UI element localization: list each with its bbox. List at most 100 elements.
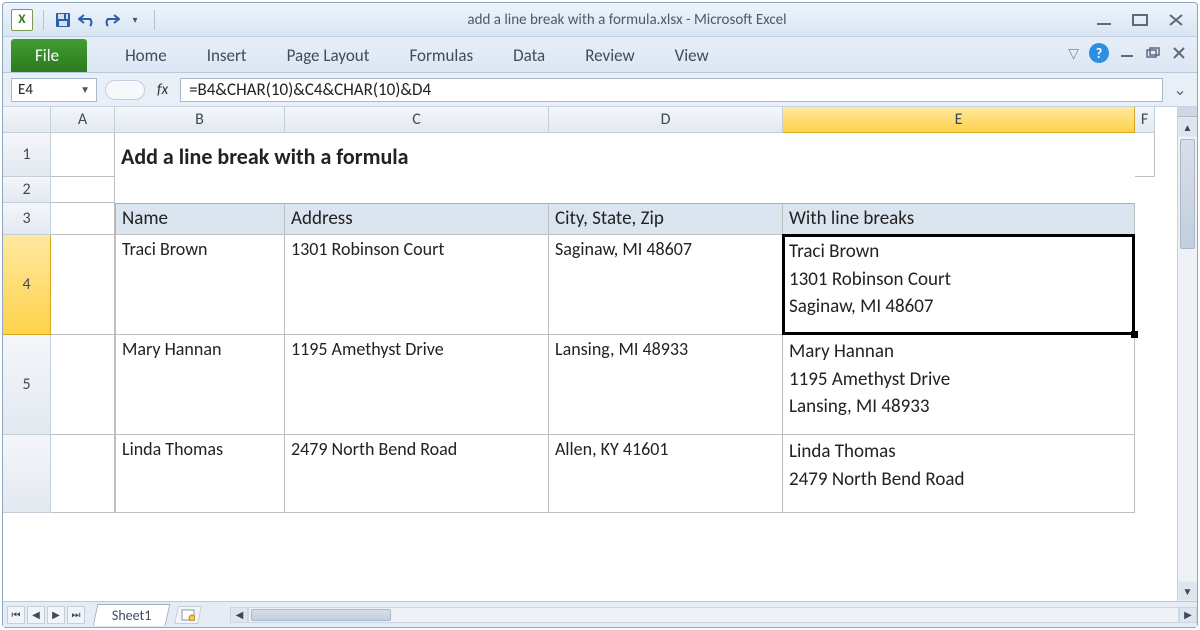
tab-insert[interactable]: Insert	[187, 39, 267, 72]
horizontal-scrollbar[interactable]: ◀ ▶	[230, 606, 1197, 624]
col-header-d[interactable]: D	[549, 107, 783, 133]
scroll-down-icon[interactable]: ▼	[1179, 582, 1197, 600]
cell-d5[interactable]: Lansing, MI 48933	[549, 335, 783, 435]
worksheet-area[interactable]: A B C D E F 1 Add a line break with a fo…	[3, 107, 1197, 601]
last-sheet-icon[interactable]: ⏭	[67, 606, 85, 624]
cell-f5[interactable]	[1135, 335, 1155, 435]
cell-b1-title[interactable]: Add a line break with a formula	[115, 133, 1135, 177]
close-icon[interactable]	[1167, 13, 1189, 27]
cell-b5[interactable]: Mary Hannan	[115, 335, 285, 435]
row-header-5[interactable]: 5	[3, 335, 51, 435]
select-all-corner[interactable]	[3, 107, 51, 133]
row-header-2[interactable]: 2	[3, 177, 51, 203]
cell-e4[interactable]: Traci Brown 1301 Robinson Court Saginaw,…	[783, 235, 1135, 335]
cell-e3[interactable]: With line breaks	[783, 203, 1135, 235]
next-sheet-icon[interactable]: ▶	[47, 606, 65, 624]
workbook-minimize-icon[interactable]	[1119, 47, 1135, 59]
vertical-scrollbar[interactable]: ▲ ▼	[1177, 107, 1197, 601]
cell-a5[interactable]	[51, 335, 115, 435]
undo-icon[interactable]	[78, 11, 96, 29]
tab-home[interactable]: Home	[105, 39, 187, 72]
cell-e6[interactable]: Linda Thomas 2479 North Bend Road	[783, 435, 1135, 513]
cell-d2[interactable]	[549, 177, 783, 203]
cell-e5[interactable]: Mary Hannan 1195 Amethyst Drive Lansing,…	[783, 335, 1135, 435]
qat-customize-icon[interactable]: ▾	[126, 11, 144, 29]
workbook-restore-icon[interactable]	[1145, 47, 1161, 59]
col-header-b[interactable]: B	[115, 107, 285, 133]
cell-c2[interactable]	[285, 177, 549, 203]
cell-d4[interactable]: Saginaw, MI 48607	[549, 235, 783, 335]
cell-c5[interactable]: 1195 Amethyst Drive	[285, 335, 549, 435]
tab-data[interactable]: Data	[493, 39, 565, 72]
cell-f3[interactable]	[1135, 203, 1155, 235]
cell-e2[interactable]	[783, 177, 1135, 203]
tab-page-layout[interactable]: Page Layout	[267, 39, 390, 72]
redo-icon[interactable]	[102, 11, 120, 29]
fill-handle[interactable]	[1131, 331, 1138, 338]
split-box-icon[interactable]	[1178, 107, 1197, 117]
cell-b3[interactable]: Name	[115, 203, 285, 235]
help-icon[interactable]: ?	[1089, 43, 1109, 63]
tab-view[interactable]: View	[655, 39, 729, 72]
formula-bar: E4 ▼ fx =B4&CHAR(10)&C4&CHAR(10)&D4 ⌄	[3, 73, 1197, 107]
ribbon-tabs: File Home Insert Page Layout Formulas Da…	[3, 37, 1197, 73]
scroll-right-icon[interactable]: ▶	[1179, 607, 1197, 623]
hscroll-track[interactable]	[248, 607, 1179, 623]
cell-f2[interactable]	[1135, 177, 1155, 203]
col-header-a[interactable]: A	[51, 107, 115, 133]
name-box-dropdown-icon[interactable]: ▼	[80, 83, 90, 96]
grid: A B C D E F 1 Add a line break with a fo…	[3, 107, 1155, 601]
cell-c3[interactable]: Address	[285, 203, 549, 235]
formula-bar-expand-icon[interactable]: ⌄	[1171, 80, 1189, 100]
formula-input[interactable]: =B4&CHAR(10)&C4&CHAR(10)&D4	[180, 78, 1163, 102]
cell-f6[interactable]	[1135, 435, 1155, 513]
cell-a1[interactable]	[51, 133, 115, 177]
name-box[interactable]: E4 ▼	[11, 78, 97, 102]
name-box-resize[interactable]	[105, 80, 145, 100]
cell-c4[interactable]: 1301 Robinson Court	[285, 235, 549, 335]
excel-logo-icon[interactable]: X	[11, 9, 33, 31]
hscroll-thumb[interactable]	[251, 609, 391, 621]
cell-b6[interactable]: Linda Thomas	[115, 435, 285, 513]
scroll-left-icon[interactable]: ◀	[230, 607, 248, 623]
sheet-tab-sheet1[interactable]: Sheet1	[93, 604, 171, 626]
quick-access-toolbar: X ▾	[11, 9, 159, 31]
cell-f4[interactable]	[1135, 235, 1155, 335]
row-header-6[interactable]	[3, 435, 51, 513]
ribbon-minimize-icon[interactable]: ▽	[1068, 45, 1079, 62]
tab-formulas[interactable]: Formulas	[389, 39, 493, 72]
workbook-close-icon[interactable]	[1171, 47, 1187, 59]
cell-d6[interactable]: Allen, KY 41601	[549, 435, 783, 513]
prev-sheet-icon[interactable]: ◀	[27, 606, 45, 624]
cell-a2[interactable]	[51, 177, 115, 203]
cell-a6[interactable]	[51, 435, 115, 513]
row-header-1[interactable]: 1	[3, 133, 51, 177]
cell-b2[interactable]	[115, 177, 285, 203]
cell-d3[interactable]: City, State, Zip	[549, 203, 783, 235]
first-sheet-icon[interactable]: ⏮	[7, 606, 25, 624]
cell-c6[interactable]: 2479 North Bend Road	[285, 435, 549, 513]
scroll-up-icon[interactable]: ▲	[1179, 118, 1197, 136]
vscroll-track[interactable]	[1178, 137, 1197, 581]
cell-f1[interactable]	[1135, 133, 1155, 177]
col-header-f[interactable]: F	[1135, 107, 1155, 133]
row-header-4[interactable]: 4	[3, 235, 51, 335]
minimize-icon[interactable]	[1095, 13, 1117, 27]
vscroll-thumb[interactable]	[1180, 139, 1195, 249]
col-header-c[interactable]: C	[285, 107, 549, 133]
maximize-icon[interactable]	[1131, 13, 1153, 27]
fx-icon[interactable]: fx	[153, 81, 172, 99]
tab-review[interactable]: Review	[565, 39, 654, 72]
excel-window: X ▾ add a line break with a formula.xlsx…	[2, 2, 1198, 628]
cell-b4[interactable]: Traci Brown	[115, 235, 285, 335]
insert-sheet-icon[interactable]	[175, 606, 203, 624]
file-tab[interactable]: File	[11, 39, 87, 72]
cell-a3[interactable]	[51, 203, 115, 235]
row-header-3[interactable]: 3	[3, 203, 51, 235]
save-icon[interactable]	[54, 11, 72, 29]
cell-a4[interactable]	[51, 235, 115, 335]
formula-text: =B4&CHAR(10)&C4&CHAR(10)&D4	[189, 79, 431, 100]
window-title: add a line break with a formula.xlsx - M…	[159, 11, 1095, 29]
sheet-tab-label: Sheet1	[112, 607, 151, 624]
col-header-e[interactable]: E	[783, 107, 1135, 133]
